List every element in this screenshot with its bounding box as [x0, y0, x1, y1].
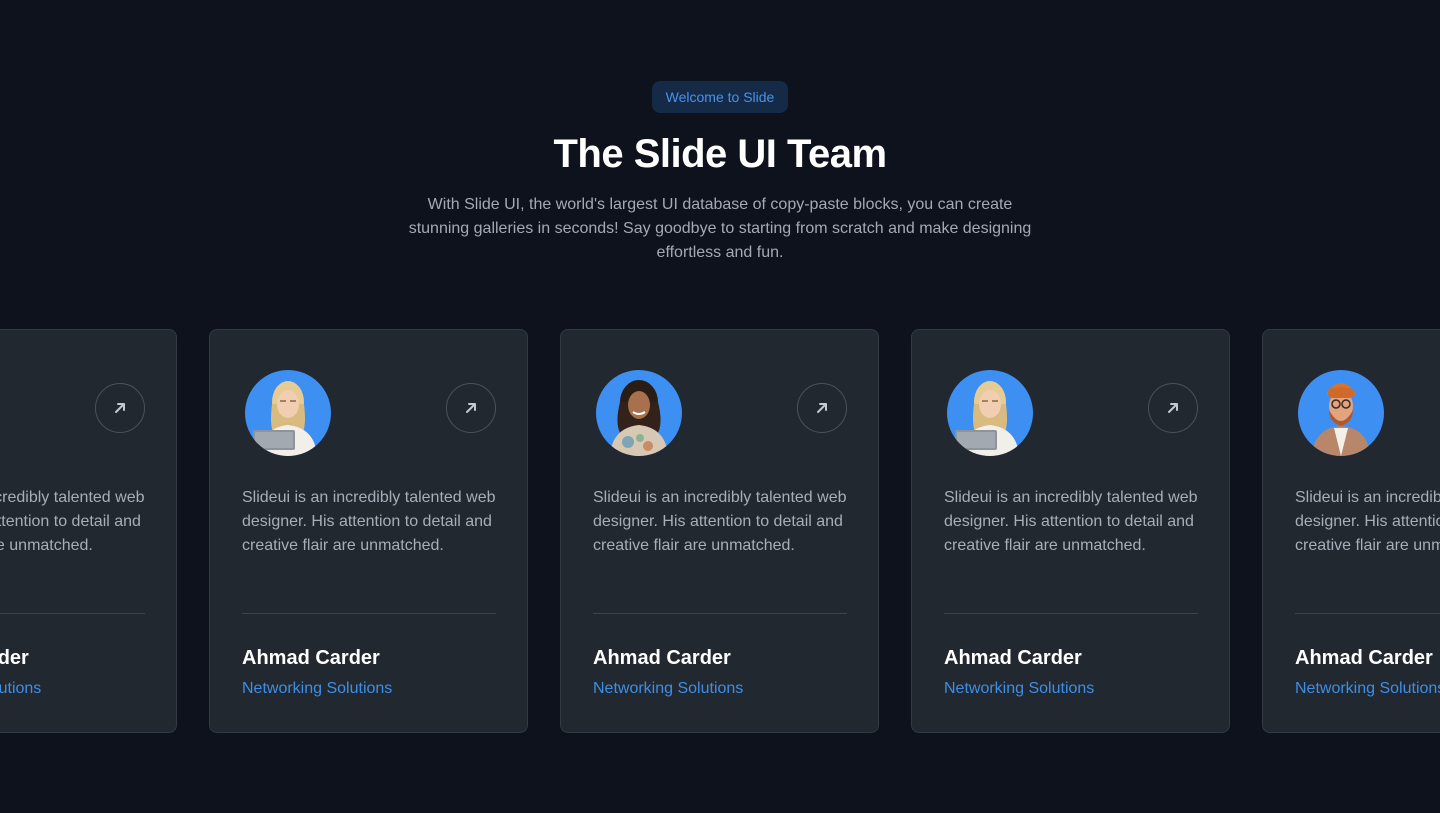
- avatar: [245, 370, 331, 456]
- member-role: Networking Solutions: [1295, 680, 1440, 697]
- member-role: Networking Solutions: [593, 680, 744, 697]
- arrow-up-right-icon: [1168, 403, 1178, 413]
- arrow-up-right-icon: [466, 403, 476, 413]
- avatar: [1298, 370, 1384, 456]
- arrow-up-right-icon: [817, 403, 827, 413]
- divider: [944, 613, 1198, 614]
- team-card: Slideui is an incredibly talented web de…: [209, 329, 528, 733]
- page-subtitle: With Slide UI, the world's largest UI da…: [408, 196, 1032, 261]
- view-profile-button[interactable]: [446, 383, 496, 433]
- team-card: Slideui is an incredibly talented web de…: [560, 329, 879, 733]
- divider: [1295, 613, 1440, 614]
- member-name: Ahmad Carder: [242, 647, 380, 669]
- member-role: Networking Solutions: [242, 680, 393, 697]
- page-title: The Slide UI Team: [553, 132, 887, 176]
- member-name: Ahmad Carder: [1295, 647, 1433, 669]
- view-profile-button[interactable]: [1148, 383, 1198, 433]
- divider: [242, 613, 496, 614]
- testimonial-text: Slideui is an incredibly talented web de…: [0, 489, 145, 554]
- team-section: Welcome to Slide The Slide UI Team With …: [0, 0, 1440, 813]
- divider: [593, 613, 847, 614]
- welcome-badge: Welcome to Slide: [652, 81, 788, 113]
- testimonial-text: Slideui is an incredibly talented web de…: [1295, 489, 1440, 554]
- testimonial-text: Slideui is an incredibly talented web de…: [593, 489, 847, 554]
- member-name: Ahmad Carder: [593, 647, 731, 669]
- arrow-up-right-icon: [115, 403, 125, 413]
- member-role: Networking Solutions: [0, 680, 42, 697]
- avatar: [947, 370, 1033, 456]
- team-card: Slideui is an incredibly talented web de…: [1262, 329, 1440, 733]
- testimonial-text: Slideui is an incredibly talented web de…: [242, 489, 496, 554]
- team-card: Slideui is an incredibly talented web de…: [0, 329, 177, 733]
- member-name: Ahmad Carder: [944, 647, 1082, 669]
- view-profile-button[interactable]: [797, 383, 847, 433]
- avatar: [596, 370, 682, 456]
- member-name: Ahmad Carder: [0, 647, 29, 669]
- testimonial-text: Slideui is an incredibly talented web de…: [944, 489, 1198, 554]
- member-role: Networking Solutions: [944, 680, 1095, 697]
- team-card: Slideui is an incredibly talented web de…: [911, 329, 1230, 733]
- view-profile-button[interactable]: [95, 383, 145, 433]
- divider: [0, 613, 145, 614]
